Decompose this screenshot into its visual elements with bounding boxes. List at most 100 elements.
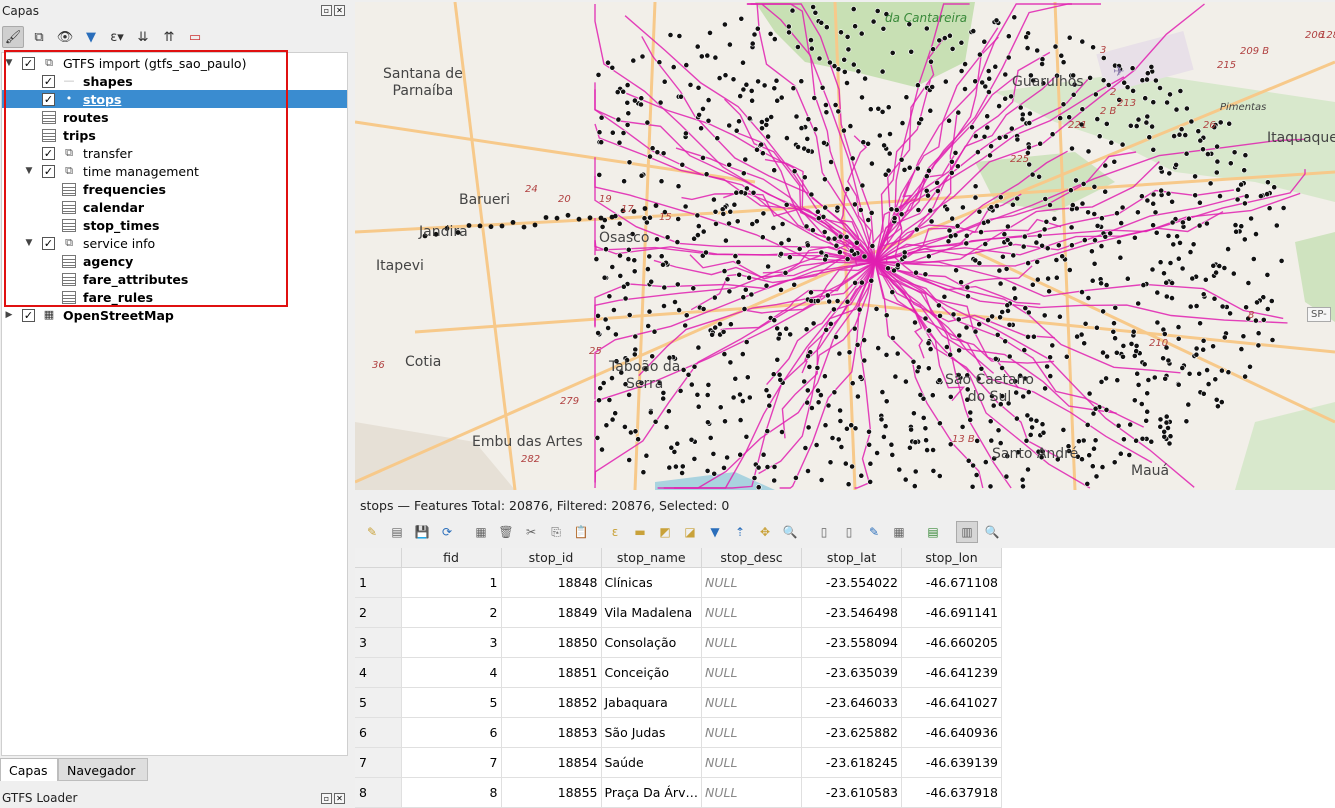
row-number[interactable]: 8 xyxy=(355,777,402,808)
cell-stop-name[interactable]: Clínicas xyxy=(601,567,702,598)
cell-stop-lon[interactable]: -46.641239 xyxy=(901,657,1002,688)
select-by-expression-icon[interactable]: ε xyxy=(604,521,626,543)
paste-icon[interactable]: 📋 xyxy=(570,521,592,543)
table-row[interactable]: 1 1 18848 Clínicas NULL -23.554022 -46.671108 xyxy=(355,567,1002,598)
cell-stop-lat[interactable]: -23.618245 xyxy=(801,747,902,778)
table-view-icon[interactable]: ▥ xyxy=(956,521,978,543)
layer-routes[interactable]: routes xyxy=(2,108,347,126)
cell-stop-desc[interactable]: NULL xyxy=(701,597,802,628)
table-row[interactable]: 4 4 18851 Conceição NULL -23.635039 -46.641239 xyxy=(355,657,1002,688)
cell-stop-lat[interactable]: -23.646033 xyxy=(801,687,902,718)
row-number[interactable]: 3 xyxy=(355,627,402,658)
tab-capas[interactable]: Capas xyxy=(0,758,58,781)
cut-icon[interactable]: ✂ xyxy=(520,521,542,543)
conditional-formatting-icon[interactable]: ▦ xyxy=(888,521,910,543)
layer-checkbox[interactable]: ✓ xyxy=(42,164,55,178)
expand-arrow-icon[interactable]: ▼ xyxy=(4,58,14,68)
column-header[interactable]: stop_desc xyxy=(701,548,802,568)
column-header[interactable]: fid xyxy=(401,548,502,568)
form-view-icon[interactable]: 🔍 xyxy=(981,521,1003,543)
cell-stop-name[interactable]: São Judas xyxy=(601,717,702,748)
tab-navegador[interactable]: Navegador xyxy=(58,758,148,781)
row-number[interactable]: 6 xyxy=(355,717,402,748)
layer-group-service-info[interactable]: ▼ ✓ ⧉ service info xyxy=(2,234,347,252)
table-row[interactable]: 2 2 18849 Vila Madalena NULL -23.546498 -46.69… xyxy=(355,597,1002,628)
cell-stop-name[interactable]: Conceição xyxy=(601,657,702,688)
cell-stop-name[interactable]: Saúde xyxy=(601,747,702,778)
collapse-all-icon[interactable]: ⇈ xyxy=(158,26,180,48)
filter-select-icon[interactable]: ▼ xyxy=(704,521,726,543)
add-group-icon[interactable]: ⧉ xyxy=(28,26,50,48)
cell-stop-lon[interactable]: -46.637918 xyxy=(901,777,1002,808)
cell-stop-lon[interactable]: -46.660205 xyxy=(901,627,1002,658)
layer-checkbox[interactable]: ✓ xyxy=(42,236,55,250)
layer-checkbox[interactable]: ✓ xyxy=(42,146,55,160)
float-dock-icon[interactable]: ▫ xyxy=(321,793,332,804)
cell-stop-id[interactable]: 18852 xyxy=(501,687,602,718)
layer-checkbox[interactable]: ✓ xyxy=(22,56,35,70)
layer-group-time-management[interactable]: ▼ ✓ ⧉ time management xyxy=(2,162,347,180)
expand-all-icon[interactable]: ⇊ xyxy=(132,26,154,48)
cell-stop-desc[interactable]: NULL xyxy=(701,747,802,778)
manage-visibility-icon[interactable]: 👁 xyxy=(54,26,76,48)
multi-edit-icon[interactable]: ▤ xyxy=(386,521,408,543)
cell-stop-desc[interactable]: NULL xyxy=(701,777,802,808)
row-header-corner[interactable] xyxy=(355,548,402,568)
cell-stop-lat[interactable]: -23.558094 xyxy=(801,627,902,658)
cell-stop-lat[interactable]: -23.625882 xyxy=(801,717,902,748)
table-row[interactable]: 6 6 18853 São Judas NULL -23.625882 -46.640936 xyxy=(355,717,1002,748)
column-header[interactable]: stop_lon xyxy=(901,548,1002,568)
cell-stop-desc[interactable]: NULL xyxy=(701,567,802,598)
layer-stop-times[interactable]: stop_times xyxy=(2,216,347,234)
cell-stop-id[interactable]: 18851 xyxy=(501,657,602,688)
cell-stop-desc[interactable]: NULL xyxy=(701,717,802,748)
cell-stop-name[interactable]: Consolação xyxy=(601,627,702,658)
cell-fid[interactable]: 5 xyxy=(401,687,502,718)
cell-stop-lon[interactable]: -46.640936 xyxy=(901,717,1002,748)
cell-fid[interactable]: 2 xyxy=(401,597,502,628)
cell-fid[interactable]: 1 xyxy=(401,567,502,598)
deselect-all-icon[interactable]: ◪ xyxy=(679,521,701,543)
move-selection-top-icon[interactable]: ⇡ xyxy=(729,521,751,543)
row-number[interactable]: 1 xyxy=(355,567,402,598)
close-dock-icon[interactable]: ✕ xyxy=(334,793,345,804)
select-all-icon[interactable]: ▬ xyxy=(629,521,651,543)
invert-selection-icon[interactable]: ◩ xyxy=(654,521,676,543)
copy-icon[interactable]: ⎘ xyxy=(545,521,567,543)
delete-field-icon[interactable]: ▯ xyxy=(838,521,860,543)
field-calculator-icon[interactable]: ✎ xyxy=(863,521,885,543)
table-row[interactable]: 3 3 18850 Consolação NULL -23.558094 -46.66020… xyxy=(355,627,1002,658)
layer-agency[interactable]: agency xyxy=(2,252,347,270)
cell-fid[interactable]: 8 xyxy=(401,777,502,808)
cell-stop-lat[interactable]: -23.635039 xyxy=(801,657,902,688)
style-panel-icon[interactable]: 🖌 xyxy=(2,26,24,48)
cell-stop-desc[interactable]: NULL xyxy=(701,657,802,688)
column-header[interactable]: stop_name xyxy=(601,548,702,568)
close-dock-icon[interactable]: ✕ xyxy=(334,5,345,16)
filter-legend-icon[interactable]: ▼ xyxy=(80,26,102,48)
map-canvas[interactable]: Santana de Parnaíba Guarulhos Barueri Osa… xyxy=(355,2,1335,490)
layer-group-gtfs-import[interactable]: ▼ ✓ ⧉ GTFS import (gtfs_sao_paulo) xyxy=(2,54,347,72)
layer-fare-attributes[interactable]: fare_attributes xyxy=(2,270,347,288)
row-number[interactable]: 5 xyxy=(355,687,402,718)
cell-stop-name[interactable]: Jabaquara xyxy=(601,687,702,718)
cell-stop-name[interactable]: Praça Da Árv… xyxy=(601,777,702,808)
table-row[interactable]: 5 5 18852 Jabaquara NULL -23.646033 -46.641027 xyxy=(355,687,1002,718)
cell-stop-lat[interactable]: -23.554022 xyxy=(801,567,902,598)
layer-checkbox[interactable]: ✓ xyxy=(22,308,35,322)
layer-trips[interactable]: trips xyxy=(2,126,347,144)
filter-expression-icon[interactable]: ε▾ xyxy=(106,26,128,48)
row-number[interactable]: 4 xyxy=(355,657,402,688)
cell-stop-lon[interactable]: -46.639139 xyxy=(901,747,1002,778)
column-header[interactable]: stop_id xyxy=(501,548,602,568)
layer-checkbox[interactable]: ✓ xyxy=(42,92,55,106)
layer-calendar[interactable]: calendar xyxy=(2,198,347,216)
row-number[interactable]: 7 xyxy=(355,747,402,778)
cell-stop-id[interactable]: 18850 xyxy=(501,627,602,658)
cell-fid[interactable]: 3 xyxy=(401,627,502,658)
save-edits-icon[interactable]: 💾 xyxy=(411,521,433,543)
cell-stop-name[interactable]: Vila Madalena xyxy=(601,597,702,628)
actions-icon[interactable]: ▤ xyxy=(922,521,944,543)
cell-stop-id[interactable]: 18855 xyxy=(501,777,602,808)
layer-group-transfer[interactable]: ✓ ⧉ transfer xyxy=(2,144,347,162)
